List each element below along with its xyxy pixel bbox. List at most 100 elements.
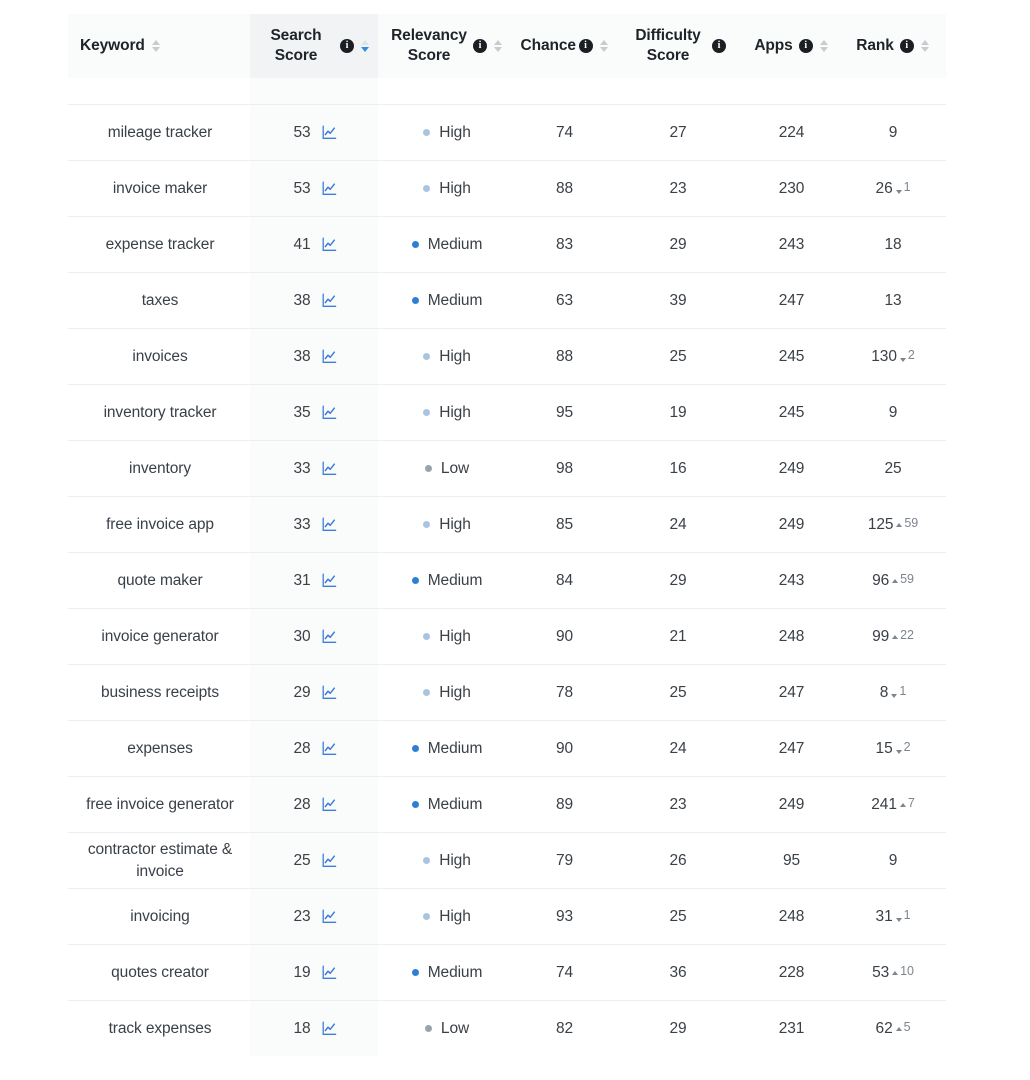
cell-keyword[interactable]: inventory: [68, 440, 250, 497]
line-chart-icon[interactable]: [321, 460, 338, 477]
cell-apps: 249: [743, 440, 840, 497]
table-row[interactable]: quote maker 31 Medium 84 29 243 96 59: [68, 552, 946, 609]
cell-keyword[interactable]: quotes creator: [68, 944, 250, 1001]
table-row[interactable]: invoice maker 53 High 88 23 230 26 1: [68, 160, 946, 217]
cell-keyword[interactable]: taxes: [68, 272, 250, 329]
line-chart-icon[interactable]: [321, 852, 338, 869]
cell-keyword[interactable]: track expenses: [68, 1000, 250, 1056]
sort-desc-icon[interactable]: [819, 46, 828, 52]
table-row[interactable]: taxes 38 Medium 63 39 247 13: [68, 272, 946, 329]
search-score-value: 33: [293, 459, 311, 477]
sort-arrows-icon[interactable]: [599, 39, 609, 52]
line-chart-icon[interactable]: [321, 908, 338, 925]
line-chart-icon[interactable]: [321, 684, 338, 701]
column-header-apps[interactable]: Apps i: [743, 14, 840, 78]
info-icon-relevancy[interactable]: i: [473, 39, 487, 53]
sort-desc-icon[interactable]: [494, 47, 502, 52]
table-row[interactable]: inventory 33 Low 98 16 249 25: [68, 440, 946, 497]
cell-keyword[interactable]: expense tracker: [68, 216, 250, 273]
cell-relevancy-score: High: [378, 608, 516, 665]
sort-desc-icon[interactable]: [599, 46, 608, 52]
column-header-difficulty[interactable]: Difficulty Score i: [613, 14, 743, 78]
line-chart-icon[interactable]: [321, 124, 338, 141]
relevancy-dot-icon: [424, 1025, 432, 1032]
line-chart-icon[interactable]: [321, 236, 338, 253]
line-chart-icon[interactable]: [321, 796, 338, 813]
cell-keyword[interactable]: inventory tracker: [68, 384, 250, 441]
line-chart-icon[interactable]: [321, 628, 338, 645]
table-row[interactable]: expenses 28 Medium 90 24 247 15 2: [68, 720, 946, 777]
sort-asc-icon[interactable]: [361, 40, 369, 45]
column-header-search[interactable]: Search Score i: [250, 14, 378, 78]
search-score-value: 29: [293, 683, 311, 701]
info-icon-apps[interactable]: i: [798, 38, 813, 53]
info-icon-chance[interactable]: i: [578, 38, 593, 53]
info-icon-search[interactable]: i: [340, 39, 354, 53]
table-row[interactable]: free invoice generator 28 Medium 89 23 249 241…: [68, 776, 946, 833]
sort-arrows-icon[interactable]: [920, 39, 930, 52]
table-row[interactable]: invoicing 23 High 93 25 248 31 1: [68, 888, 946, 945]
table-row[interactable]: invoices 38 High 88 25 245 130 2: [68, 328, 946, 385]
cell-keyword[interactable]: business receipts: [68, 664, 250, 721]
table-row[interactable]: inventory tracker 35 High 95 19 245 9: [68, 384, 946, 441]
table-row[interactable]: track expenses 18 Low 82 29 231 62 5: [68, 1000, 946, 1056]
line-chart-icon[interactable]: [321, 404, 338, 421]
sort-arrows-icon[interactable]: [151, 39, 161, 52]
table-row[interactable]: invoice generator 30 High 90 21 248 99 22: [68, 608, 946, 665]
sort-arrows-icon[interactable]: [360, 40, 370, 52]
sort-asc-icon[interactable]: [494, 40, 502, 45]
cell-relevancy-score: Medium: [378, 776, 516, 833]
column-header-keyword[interactable]: Keyword: [68, 14, 250, 78]
cell-keyword[interactable]: expenses: [68, 720, 250, 777]
cell-search-score: 38: [250, 328, 378, 385]
sort-desc-icon[interactable]: [920, 46, 929, 52]
cell-difficulty-score: 27: [613, 104, 743, 161]
cell-keyword[interactable]: free invoice app: [68, 496, 250, 553]
line-chart-icon[interactable]: [321, 964, 338, 981]
sort-desc-icon[interactable]: [361, 47, 369, 52]
line-chart-icon[interactable]: [321, 740, 338, 757]
search-score-value: 19: [293, 963, 311, 981]
sort-asc-icon[interactable]: [819, 39, 828, 45]
sort-asc-icon[interactable]: [920, 39, 929, 45]
table-row[interactable]: business receipts 29 High 78 25 247 8 1: [68, 664, 946, 721]
search-score-value: 38: [293, 291, 311, 309]
cell-chance: 63: [516, 272, 613, 329]
column-header-relevancy[interactable]: Relevancy Score i: [378, 14, 516, 78]
search-score-value: 30: [293, 627, 311, 645]
relevancy-dot-icon: [423, 185, 431, 192]
cell-keyword[interactable]: invoice generator: [68, 608, 250, 665]
table-row[interactable]: expense tracker 41 Medium 83 29 243 18: [68, 216, 946, 273]
table-row[interactable]: contractor estimate & invoice 25 High 79 26 9…: [68, 832, 946, 889]
cell-keyword[interactable]: contractor estimate & invoice: [68, 832, 250, 889]
column-header-rank[interactable]: Rank i: [840, 14, 946, 78]
cell-keyword[interactable]: mileage tracker: [68, 104, 250, 161]
rank-delta-value: 2: [907, 347, 915, 362]
sort-asc-icon[interactable]: [599, 39, 608, 45]
line-chart-icon[interactable]: [321, 516, 338, 533]
sort-arrows-icon[interactable]: [493, 40, 503, 52]
column-header-chance[interactable]: Chance i: [516, 14, 613, 78]
sort-asc-icon[interactable]: [151, 39, 160, 45]
cell-keyword[interactable]: free invoice generator: [68, 776, 250, 833]
line-chart-icon[interactable]: [321, 1020, 338, 1037]
cell-relevancy-score: Medium: [378, 216, 516, 273]
info-icon-difficulty[interactable]: i: [712, 39, 726, 53]
sort-arrows-icon[interactable]: [819, 39, 829, 52]
line-chart-icon[interactable]: [321, 180, 338, 197]
relevancy-dot-icon: [411, 969, 419, 976]
cell-keyword[interactable]: invoices: [68, 328, 250, 385]
cell-keyword[interactable]: quote maker: [68, 552, 250, 609]
cell-keyword[interactable]: invoice maker: [68, 160, 250, 217]
relevancy-label: High: [439, 851, 471, 869]
table-row[interactable]: free invoice app 33 High 85 24 249 125 59: [68, 496, 946, 553]
line-chart-icon[interactable]: [321, 572, 338, 589]
cell-keyword[interactable]: invoicing: [68, 888, 250, 945]
table-row[interactable]: quotes creator 19 Medium 74 36 228 53 10: [68, 944, 946, 1001]
table-row[interactable]: mileage tracker 53 High 74 27 224 9: [68, 104, 946, 161]
search-score-value: 33: [293, 515, 311, 533]
line-chart-icon[interactable]: [321, 348, 338, 365]
sort-desc-icon[interactable]: [151, 46, 160, 52]
line-chart-icon[interactable]: [321, 292, 338, 309]
info-icon-rank[interactable]: i: [899, 38, 914, 53]
